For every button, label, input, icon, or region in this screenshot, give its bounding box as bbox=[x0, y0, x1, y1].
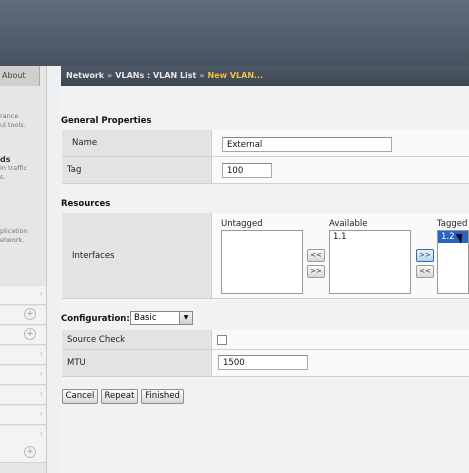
add-icon[interactable]: + bbox=[24, 446, 36, 458]
tagged-header: Tagged bbox=[437, 219, 468, 229]
top-banner bbox=[0, 0, 469, 66]
tab-about[interactable]: About bbox=[0, 66, 40, 86]
left-nav-item[interactable]: › bbox=[0, 366, 46, 385]
name-label: Name bbox=[62, 130, 212, 156]
move-from-tagged-button[interactable]: << bbox=[416, 265, 434, 278]
left-panel-block-3: plication etwork. bbox=[0, 227, 46, 245]
breadcrumb-separator: » bbox=[199, 71, 205, 80]
chevron-right-icon: › bbox=[39, 389, 43, 398]
left-nav-item[interactable]: › bbox=[0, 286, 46, 305]
breadcrumb-vlan-list[interactable]: VLANs : VLAN List bbox=[115, 71, 196, 80]
source-check-value-cell bbox=[212, 330, 469, 349]
section-title-general: General Properties bbox=[61, 116, 152, 126]
section-title-resources: Resources bbox=[61, 199, 111, 209]
chevron-right-icon: › bbox=[39, 349, 43, 358]
move-to-tagged-button[interactable]: >> bbox=[416, 249, 434, 262]
finished-button[interactable]: Finished bbox=[141, 389, 184, 404]
chevron-right-icon: › bbox=[39, 429, 43, 438]
mtu-label: MTU bbox=[62, 350, 212, 376]
left-nav-item[interactable]: › bbox=[0, 406, 46, 425]
configuration-selected-value: Basic bbox=[134, 313, 157, 323]
configuration-label: Configuration: bbox=[61, 314, 130, 324]
left-panel-block-1: rance ul tools. bbox=[0, 112, 46, 130]
chevron-right-icon: › bbox=[39, 409, 43, 418]
mtu-input[interactable]: 1500 bbox=[218, 355, 308, 370]
left-nav-item[interactable]: + bbox=[0, 326, 46, 345]
move-from-untagged-button[interactable]: >> bbox=[307, 265, 325, 278]
add-icon[interactable]: + bbox=[24, 308, 36, 320]
left-nav-item[interactable]: › bbox=[0, 346, 46, 365]
source-check-row: Source Check bbox=[62, 330, 469, 350]
left-panel-text: plication bbox=[0, 227, 28, 235]
cancel-button[interactable]: Cancel bbox=[62, 389, 98, 404]
left-nav-item[interactable]: + bbox=[0, 306, 46, 325]
tag-label: Tag bbox=[62, 157, 212, 183]
left-panel-text: in traffic bbox=[0, 164, 28, 172]
left-nav-item[interactable]: › bbox=[0, 386, 46, 405]
breadcrumb-current: New VLAN... bbox=[207, 71, 264, 80]
configuration-select[interactable]: Basic ▼ bbox=[130, 311, 193, 325]
available-header: Available bbox=[329, 219, 368, 229]
dropdown-arrow-icon: ▼ bbox=[179, 312, 192, 324]
breadcrumb-separator: » bbox=[107, 71, 113, 80]
repeat-button[interactable]: Repeat bbox=[101, 389, 138, 404]
available-list[interactable]: 1.1 bbox=[329, 230, 411, 294]
add-icon[interactable]: + bbox=[24, 328, 36, 340]
chevron-right-icon: › bbox=[39, 369, 43, 378]
left-panel-text: s. bbox=[0, 173, 6, 181]
left-panel-block-2: ds in traffic s. bbox=[0, 155, 46, 182]
source-check-checkbox[interactable] bbox=[217, 335, 227, 345]
left-panel-heading: ds bbox=[0, 155, 11, 164]
left-panel-text: rance bbox=[0, 112, 19, 120]
left-panel-text: ul tools. bbox=[0, 121, 26, 129]
tag-input[interactable]: 100 bbox=[222, 163, 272, 178]
left-panel-text: etwork. bbox=[0, 236, 25, 244]
interfaces-label: Interfaces bbox=[62, 213, 212, 298]
move-to-untagged-button[interactable]: << bbox=[307, 249, 325, 262]
untagged-list[interactable] bbox=[221, 230, 303, 294]
left-nav-item[interactable]: › bbox=[0, 426, 46, 445]
available-item[interactable]: 1.1 bbox=[330, 231, 410, 243]
left-nav-item[interactable]: + bbox=[0, 444, 46, 463]
chevron-right-icon: › bbox=[39, 289, 43, 298]
breadcrumb: Network» VLANs : VLAN List» New VLAN... bbox=[61, 66, 469, 86]
breadcrumb-network[interactable]: Network bbox=[66, 71, 104, 80]
name-input[interactable]: External bbox=[222, 137, 392, 152]
source-check-label: Source Check bbox=[62, 330, 212, 349]
left-panel: About rance ul tools. ds in traffic s. p… bbox=[0, 66, 47, 473]
untagged-header: Untagged bbox=[221, 219, 263, 229]
